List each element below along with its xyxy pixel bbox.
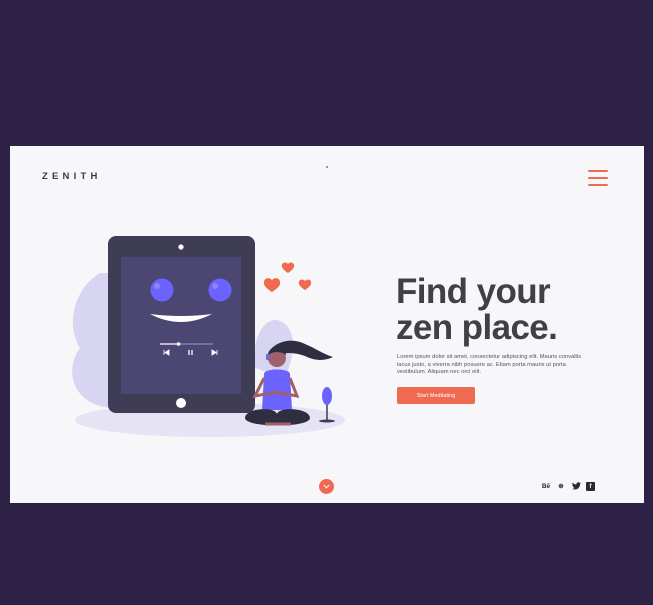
right-eye xyxy=(208,278,232,302)
heart-icon xyxy=(298,279,312,290)
heart-icon xyxy=(281,262,295,273)
progress-knob xyxy=(176,342,181,346)
menu-bar xyxy=(588,177,608,179)
social-links: Bē ⊛ f xyxy=(541,481,595,491)
heart-icon xyxy=(263,278,281,292)
left-eye xyxy=(150,278,174,302)
tablet-camera xyxy=(178,244,184,250)
page-title: Find your zen place. xyxy=(396,272,558,347)
behance-icon[interactable]: Bē xyxy=(541,481,551,491)
headline-line-1: Find your xyxy=(396,272,551,311)
hero-description: Lorem ipsum dolor sit amet, consectetur … xyxy=(397,354,581,376)
person-torso xyxy=(262,369,292,410)
chevron-down-icon xyxy=(323,484,330,489)
menu-bar xyxy=(588,170,608,172)
hero-card: ZENITH Find your zen place. Lorem ipsum … xyxy=(10,146,644,503)
meditation-tablet-illustration xyxy=(72,236,345,437)
start-meditating-button[interactable]: Start Meditating xyxy=(397,387,475,404)
headphones xyxy=(266,354,269,360)
headline-line-2: zen place. xyxy=(396,308,558,347)
scroll-down-button[interactable] xyxy=(319,479,334,494)
tablet-home-button xyxy=(176,398,186,408)
hamburger-menu-icon[interactable] xyxy=(588,170,608,186)
facebook-icon[interactable]: f xyxy=(586,481,595,491)
tablet-screen xyxy=(121,257,241,394)
decorative-dot xyxy=(326,166,328,168)
logo[interactable]: ZENITH xyxy=(42,171,102,182)
menu-bar xyxy=(588,184,608,186)
dribbble-icon[interactable]: ⊛ xyxy=(556,481,566,491)
twitter-icon[interactable] xyxy=(571,481,581,491)
plant xyxy=(322,387,332,405)
